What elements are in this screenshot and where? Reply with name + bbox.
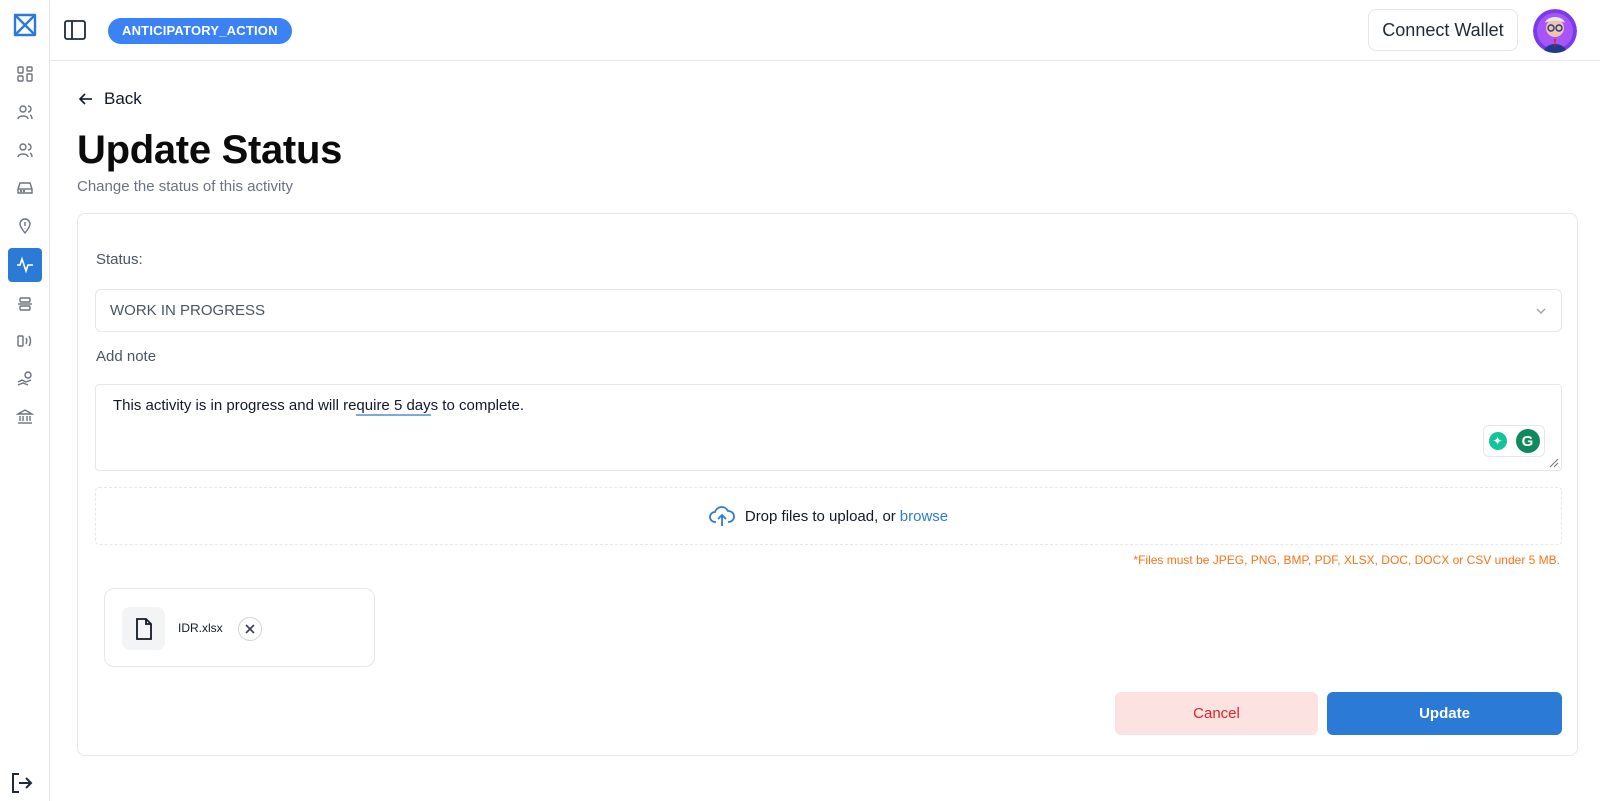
page-title: Update Status — [77, 128, 343, 172]
avatar[interactable] — [1533, 9, 1577, 53]
sidebar-item-users[interactable] — [8, 95, 42, 129]
note-text-end: s to complete. — [430, 397, 525, 414]
back-label: Back — [104, 89, 142, 108]
sidebar-item-activities[interactable] — [8, 248, 42, 282]
update-status-card: Status: WORK IN PROGRESS Add note This a… — [77, 213, 1578, 756]
grammarly-widget[interactable]: ✦ G — [1483, 425, 1545, 457]
note-text-flagged: quire 5 day — [356, 397, 431, 416]
sidebar-item-dashboard[interactable] — [8, 57, 42, 91]
grammarly-logo-icon[interactable]: G — [1515, 429, 1540, 453]
uploaded-file-card: IDR.xlsx — [104, 588, 375, 667]
status-label: Status: — [96, 251, 143, 268]
note-text-start: This activity is in progress and will re — [113, 397, 357, 414]
users-icon — [17, 105, 33, 120]
connect-wallet-button[interactable]: Connect Wallet — [1368, 9, 1518, 51]
logout-icon[interactable] — [9, 770, 35, 796]
file-name: IDR.xlsx — [178, 621, 223, 635]
bank-icon — [16, 409, 34, 424]
project-badge[interactable]: ANTICIPATORY_ACTION — [108, 18, 292, 44]
status-select-value: WORK IN PROGRESS — [110, 302, 266, 319]
signal-icon — [17, 335, 32, 347]
sidebar-item-payouts[interactable] — [8, 362, 42, 396]
close-icon — [245, 624, 255, 634]
update-button[interactable]: Update — [1327, 692, 1562, 735]
note-textarea[interactable]: This activity is in progress and will re… — [95, 384, 1562, 471]
sidebar-item-inbox[interactable] — [8, 171, 42, 205]
status-select[interactable]: WORK IN PROGRESS — [95, 289, 1562, 332]
cancel-button[interactable]: Cancel — [1115, 692, 1318, 735]
browse-link[interactable]: browse — [900, 508, 948, 525]
group-icon — [17, 143, 33, 158]
inbox-icon — [17, 182, 33, 194]
file-icon-box — [122, 607, 165, 650]
sidebar-item-bank[interactable] — [8, 400, 42, 434]
resize-handle-icon[interactable] — [1549, 458, 1559, 468]
sidebar-item-signal[interactable] — [8, 324, 42, 358]
back-link[interactable]: Back — [78, 88, 142, 110]
location-pin-icon — [19, 218, 31, 235]
chevron-down-icon — [1536, 308, 1546, 314]
sidebar-item-align[interactable] — [8, 287, 42, 321]
remove-file-button[interactable] — [238, 617, 262, 641]
activity-icon — [17, 256, 33, 274]
grammarly-suggest-icon[interactable]: ✦ — [1488, 432, 1507, 450]
sidebar — [0, 0, 50, 801]
arrow-left-icon — [78, 93, 92, 105]
sidebar-item-locations[interactable] — [8, 209, 42, 243]
align-center-icon — [18, 297, 32, 311]
sidebar-item-groups[interactable] — [8, 133, 42, 167]
sidebar-toggle-icon[interactable] — [63, 18, 87, 42]
hand-coin-icon — [17, 371, 32, 386]
top-bar: ANTICIPATORY_ACTION Connect Wallet — [50, 0, 1600, 61]
note-label: Add note — [96, 348, 157, 365]
file-type-hint: *Files must be JPEG, PNG, BMP, PDF, XLSX… — [1133, 553, 1560, 567]
file-icon — [135, 617, 152, 640]
dashboard-icon — [17, 66, 33, 82]
app-logo-icon[interactable] — [12, 12, 38, 38]
page-subtitle: Change the status of this activity — [77, 178, 293, 195]
dropzone-text: Drop files to upload, or — [744, 507, 896, 525]
file-dropzone[interactable]: Drop files to upload, or browse — [95, 487, 1562, 545]
cloud-upload-icon — [709, 506, 735, 526]
